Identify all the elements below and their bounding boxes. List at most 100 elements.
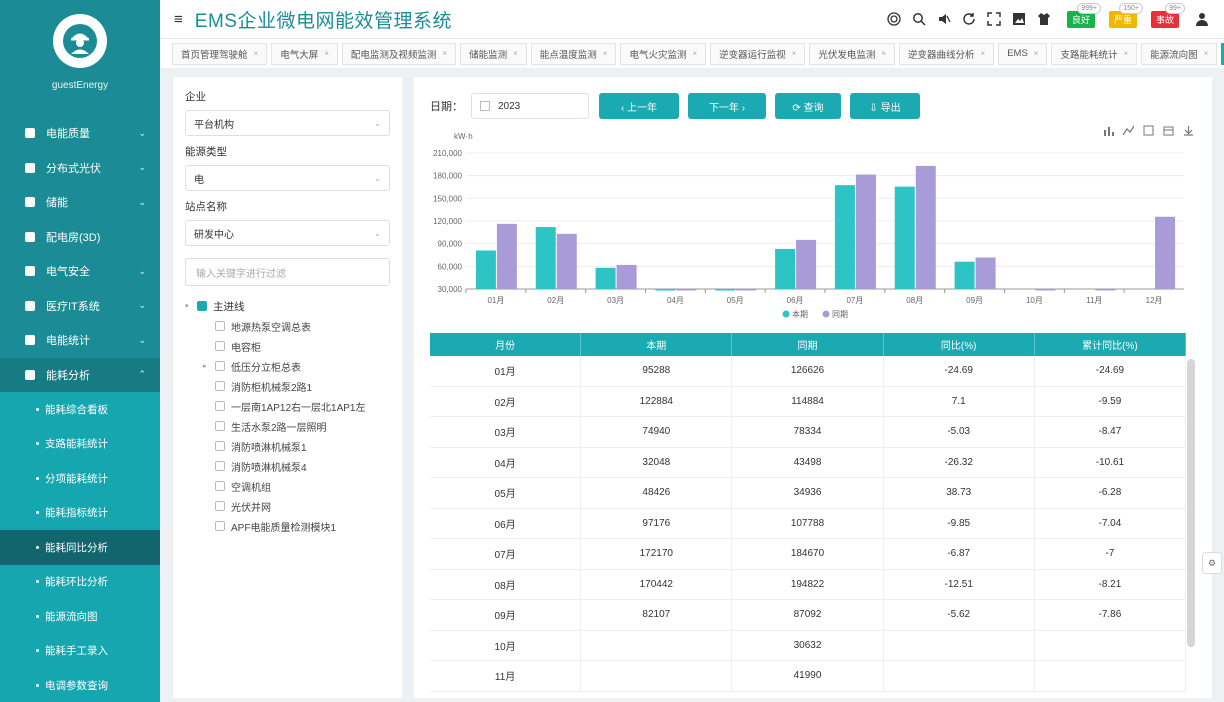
table-row[interactable]: 11月 41990 [430, 661, 1187, 692]
year-picker[interactable]: 2023 [471, 93, 589, 119]
caret-right-icon[interactable]: ▸ [203, 362, 215, 370]
tree-filter-input[interactable]: 输入关键字进行过滤 [185, 258, 390, 286]
tree-node[interactable]: 地源热泵空调总表 [185, 316, 390, 336]
tab-9[interactable]: EMS × [998, 42, 1048, 65]
sidebar-subitem-3[interactable]: 能耗指标统计 [0, 496, 160, 531]
tab-1[interactable]: 电气大屏 × [271, 42, 338, 65]
mute-icon[interactable] [936, 11, 952, 27]
sidebar-item-3[interactable]: 配电房(3D) [0, 220, 160, 255]
bar-current-7[interactable] [894, 186, 915, 289]
column-header[interactable]: 月份 [430, 333, 582, 356]
sidebar-item-0[interactable]: 电能质量 ⌄ [0, 116, 160, 151]
prev-year-button[interactable]: ‹ 上一年 [599, 93, 679, 119]
table-row[interactable]: 02月 122884 114884 7.1 -9.59 [430, 386, 1187, 417]
alarm-badge-0[interactable]: 良好 999+ [1067, 2, 1101, 28]
tree-checkbox[interactable] [215, 341, 225, 351]
user-icon[interactable] [1194, 11, 1210, 27]
table-row[interactable]: 09月 82107 87092 -5.62 -7.86 [430, 600, 1187, 631]
tree-node[interactable]: 空调机组 [185, 476, 390, 496]
bar-previous-9[interactable] [1035, 289, 1056, 291]
fullscreen-icon[interactable] [986, 11, 1002, 27]
tree-checkbox[interactable] [197, 301, 207, 311]
sidebar-subitem-4[interactable]: 能耗同比分析 [0, 530, 160, 565]
bar-current-6[interactable] [834, 185, 855, 289]
bar-current-2[interactable] [595, 267, 616, 289]
close-icon[interactable]: × [324, 49, 329, 58]
hamburger-menu-icon[interactable]: ≡ [174, 11, 183, 28]
alarm-badge-2[interactable]: 事故 99+ [1151, 2, 1185, 28]
tree-node[interactable]: 光伏并网 [185, 496, 390, 516]
sidebar-subitem-2[interactable]: 分项能耗统计 [0, 461, 160, 496]
alarm-badge-1[interactable]: 严重 150+ [1109, 2, 1143, 28]
bar-current-0[interactable] [475, 250, 496, 289]
close-icon[interactable]: × [513, 49, 518, 58]
tree-node[interactable]: APF电能质量检测模块1 [185, 516, 390, 536]
tree-node[interactable]: 消防柜机械泵2路1 [185, 376, 390, 396]
sidebar-item-6[interactable]: 电能统计 ⌄ [0, 323, 160, 358]
legend-marker[interactable] [822, 310, 830, 318]
tree-checkbox[interactable] [215, 421, 225, 431]
column-header[interactable]: 本期 [581, 333, 733, 356]
tree-node[interactable]: ▸ 低压分立柜总表 [185, 356, 390, 376]
image-icon[interactable] [1011, 11, 1027, 27]
sidebar-subitem-6[interactable]: 能源流向图 [0, 599, 160, 634]
legend-marker[interactable] [782, 310, 790, 318]
tab-7[interactable]: 光伏发电监测 × [809, 42, 895, 65]
help-icon[interactable] [886, 11, 902, 27]
tab-0[interactable]: 首页管理驾驶舱 × [172, 42, 268, 65]
bar-current-5[interactable] [775, 248, 796, 289]
close-icon[interactable]: × [442, 49, 447, 58]
table-row[interactable]: 01月 95288 126626 -24.69 -24.69 [430, 356, 1187, 387]
sidebar-item-1[interactable]: 分布式光伏 ⌄ [0, 151, 160, 186]
tree-checkbox[interactable] [215, 521, 225, 531]
tree-checkbox[interactable] [215, 321, 225, 331]
bar-previous-3[interactable] [676, 289, 697, 291]
refresh-icon[interactable] [961, 11, 977, 27]
bar-current-1[interactable] [535, 227, 556, 289]
caret-down-icon[interactable]: ▾ [185, 302, 197, 310]
close-icon[interactable]: × [1204, 49, 1209, 58]
bar-previous-2[interactable] [616, 264, 637, 289]
table-row[interactable]: 07月 172170 184670 -6.87 -7 [430, 539, 1187, 570]
tab-10[interactable]: 支路能耗统计 × [1051, 42, 1138, 65]
bar-previous-4[interactable] [736, 289, 757, 291]
sidebar-item-4[interactable]: 电气安全 ⌄ [0, 254, 160, 289]
column-header[interactable]: 同期 [732, 333, 884, 356]
sidebar-subitem-7[interactable]: 能耗手工录入 [0, 634, 160, 669]
bar-previous-6[interactable] [855, 174, 876, 289]
tree-node[interactable]: 一层南1AP12右一层北1AP1左 [185, 396, 390, 416]
tree-checkbox[interactable] [215, 401, 225, 411]
bar-previous-5[interactable] [796, 239, 817, 289]
sidebar-subitem-1[interactable]: 支路能耗统计 [0, 427, 160, 462]
tree-node[interactable]: 消防喷淋机械泵4 [185, 456, 390, 476]
bar-current-8[interactable] [954, 261, 975, 289]
tree-node[interactable]: 消防喷淋机械泵1 [185, 436, 390, 456]
bar-current-3[interactable] [655, 289, 676, 291]
tab-4[interactable]: 能点温度监测 × [530, 42, 617, 65]
close-icon[interactable]: × [692, 49, 697, 58]
sidebar-item-2[interactable]: 储能 ⌄ [0, 185, 160, 220]
tab-3[interactable]: 储能监测 × [460, 42, 527, 65]
table-row[interactable]: 10月 30632 [430, 630, 1187, 661]
close-icon[interactable]: × [981, 49, 986, 58]
close-icon[interactable]: × [792, 49, 797, 58]
bar-previous-1[interactable] [556, 233, 577, 289]
query-button[interactable]: ⟳ 查询 [775, 93, 841, 119]
bar-previous-7[interactable] [915, 165, 936, 289]
table-row[interactable]: 03月 74940 78334 -5.03 -8.47 [430, 417, 1187, 448]
tab-5[interactable]: 电气火灾监测 × [620, 42, 707, 65]
bar-previous-10[interactable] [1095, 289, 1116, 291]
table-row[interactable]: 06月 97176 107788 -9.85 -7.04 [430, 508, 1187, 539]
table-row[interactable]: 08月 170442 194822 -12.51 -8.21 [430, 569, 1187, 600]
tab-8[interactable]: 逆变器曲线分析 × [899, 42, 995, 65]
close-icon[interactable]: × [1034, 49, 1039, 58]
search-icon[interactable] [911, 11, 927, 27]
column-header[interactable]: 累计同比(%) [1035, 333, 1187, 356]
tree-checkbox[interactable] [215, 381, 225, 391]
sidebar-subitem-5[interactable]: 能耗环比分析 [0, 565, 160, 600]
close-icon[interactable]: × [1123, 49, 1128, 58]
energy-type-select[interactable]: 电 ⌄ [185, 165, 390, 191]
company-select[interactable]: 平台机构 ⌄ [185, 110, 390, 136]
avatar[interactable] [53, 14, 107, 68]
tab-11[interactable]: 能源流向图 × [1141, 42, 1218, 65]
